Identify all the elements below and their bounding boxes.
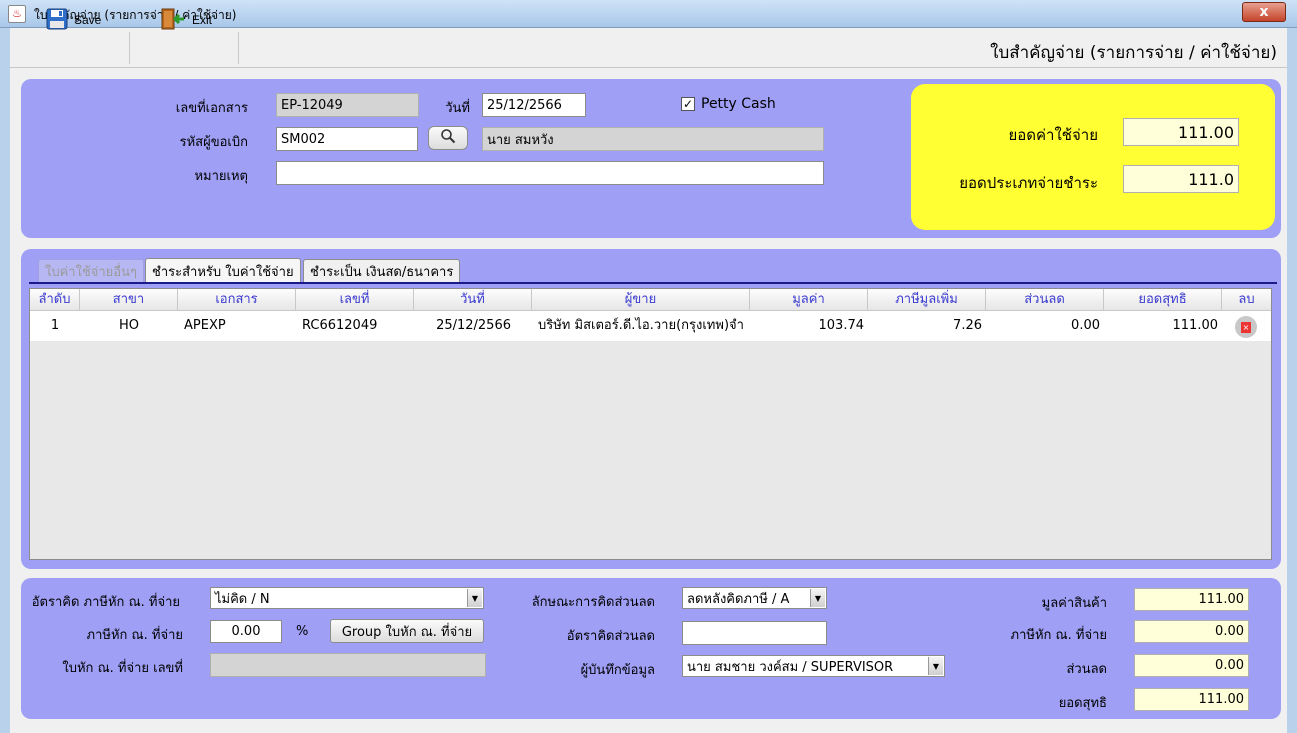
doc-no-label: เลขที่เอกสาร [175, 101, 248, 116]
column-header[interactable]: เลขที่ [296, 289, 414, 311]
cell-amount: 103.74 [818, 318, 865, 333]
date-label: วันที่ [445, 101, 470, 116]
chevron-down-icon: ▼ [467, 589, 482, 607]
date-field[interactable]: 25/12/2566 [482, 93, 586, 117]
wht-doc-label: ใบหัก ณ. ที่จ่าย เลขที่ [62, 661, 183, 676]
net-label: ยอดสุทธิ [1058, 696, 1107, 711]
expense-total-field: 111.00 [1123, 118, 1239, 146]
save-label: Save [74, 13, 102, 27]
remark-label: หมายเหตุ [194, 169, 248, 184]
cell-discount: 0.00 [1071, 318, 1100, 333]
recorder-select[interactable]: นาย สมชาย วงค์สม / SUPERVISOR ▼ [682, 655, 945, 677]
wht-rate-value: ไม่คิด / N [215, 591, 270, 607]
chevron-down-icon: ▼ [810, 589, 825, 607]
window-close-button[interactable]: x [1242, 2, 1286, 22]
toolbar-separator [238, 32, 239, 64]
discount-rate-field[interactable] [682, 621, 827, 645]
cell-seq: 1 [50, 318, 60, 333]
column-header[interactable]: ลำดับ [30, 289, 80, 311]
net-field: 111.00 [1134, 688, 1249, 711]
petty-cash-label: Petty Cash [701, 96, 776, 112]
toolbar-separator [129, 32, 130, 64]
doc-no-field[interactable]: EP-12049 [276, 93, 419, 117]
wht-total-label: ภาษีหัก ณ. ที่จ่าย [1010, 628, 1107, 643]
summary-box [911, 84, 1275, 230]
exit-label: Exit [192, 13, 213, 27]
column-header[interactable]: เอกสาร [178, 289, 296, 311]
discount-type-select[interactable]: ลดหลังคิดภาษี / A ▼ [682, 587, 827, 609]
recorder-label: ผู้บันทึกข้อมูล [580, 663, 655, 678]
column-header[interactable]: ผู้ขาย [532, 289, 750, 311]
discount-type-label: ลักษณะการคิดส่วนลด [531, 595, 655, 610]
tab-underline [29, 282, 1277, 284]
cell-branch: HO [118, 318, 139, 333]
exit-door-icon [160, 8, 186, 33]
discount-type-value: ลดหลังคิดภาษี / A [687, 591, 790, 607]
page-title: ใบสำคัญจ่าย (รายการจ่าย / ค่าใช้จ่าย) [990, 43, 1277, 63]
column-header[interactable]: สาขา [80, 289, 178, 311]
requester-code-field[interactable]: SM002 [276, 127, 418, 151]
goods-value-field: 111.00 [1134, 588, 1249, 611]
payment-total-field: 111.0 [1123, 165, 1239, 193]
column-header[interactable]: ยอดสุทธิ [1104, 289, 1222, 311]
payment-total-label: ยอดประเภทจ่ายชำระ [959, 174, 1098, 192]
discount-rate-label: อัตราคิดส่วนลด [566, 629, 655, 644]
wht-value-field[interactable]: 0.00 [210, 620, 282, 643]
tab-pay-cash-bank[interactable]: ชำระเป็น เงินสด/ธนาคาร [303, 259, 461, 283]
floppy-disk-icon [46, 8, 68, 33]
cell-date: 25/12/2566 [436, 318, 511, 333]
discount-field: 0.00 [1134, 654, 1249, 677]
column-header[interactable]: ส่วนลด [986, 289, 1104, 311]
chevron-down-icon: ▼ [928, 657, 943, 675]
goods-value-label: มูลค่าสินค้า [1041, 596, 1107, 611]
exit-button[interactable]: Exit [152, 2, 220, 38]
petty-cash-checkbox[interactable]: ✓ [681, 97, 695, 111]
cell-no: RC6612049 [302, 318, 378, 333]
expense-total-label: ยอดค่าใช้จ่าย [1008, 126, 1098, 144]
delete-row-button[interactable]: × [1235, 316, 1257, 338]
wht-doc-field [210, 653, 486, 677]
java-app-icon: ♨ [8, 5, 26, 23]
table-row[interactable]: 1 HO APEXP RC6612049 25/12/2566 บริษัท ม… [30, 311, 1271, 341]
recorder-value: นาย สมชาย วงค์สม / SUPERVISOR [687, 659, 894, 675]
tab-pay-for-expense[interactable]: ชำระสำหรับ ใบค่าใช้จ่าย [145, 258, 301, 283]
column-header[interactable]: ภาษีมูลเพิ่ม [868, 289, 986, 311]
window-frame-left [0, 28, 10, 733]
wht-total-field: 0.00 [1134, 620, 1249, 643]
column-header[interactable]: วันที่ [414, 289, 532, 311]
wht-rate-select[interactable]: ไม่คิด / N ▼ [210, 587, 484, 609]
requester-name-field: นาย สมหวัง [482, 127, 824, 151]
delete-icon: × [1241, 321, 1251, 333]
search-button[interactable] [428, 126, 468, 150]
wht-rate-label: อัตราคิด ภาษีหัก ณ. ที่จ่าย [31, 595, 180, 610]
column-header[interactable]: มูลค่า [750, 289, 868, 311]
search-icon [440, 128, 456, 148]
cell-vendor: บริษัท มิสเตอร์.ดี.ไอ.วาย(กรุงเทพ)จำ [538, 318, 744, 333]
cell-vat: 7.26 [953, 318, 982, 333]
wht-label: ภาษีหัก ณ. ที่จ่าย [86, 628, 183, 643]
requester-label: รหัสผู้ขอเบิก [179, 135, 248, 150]
remark-field[interactable] [276, 161, 824, 185]
expense-table: ลำดับ สาขา เอกสาร เลขที่ วันที่ ผู้ขาย ม… [29, 288, 1272, 560]
cell-doc: APEXP [184, 318, 226, 333]
discount-label: ส่วนลด [1066, 662, 1107, 677]
group-wht-button[interactable]: Group ใบหัก ณ. ที่จ่าย [330, 619, 484, 643]
save-button[interactable]: Save [38, 2, 109, 38]
tab-other-expenses[interactable]: ใบค่าใช้จ่ายอื่นๆ [38, 259, 144, 283]
percent-label: % [296, 624, 309, 639]
window-frame-right [1287, 28, 1297, 733]
cell-net: 111.00 [1172, 318, 1219, 333]
column-header[interactable]: ลบ [1222, 289, 1271, 311]
